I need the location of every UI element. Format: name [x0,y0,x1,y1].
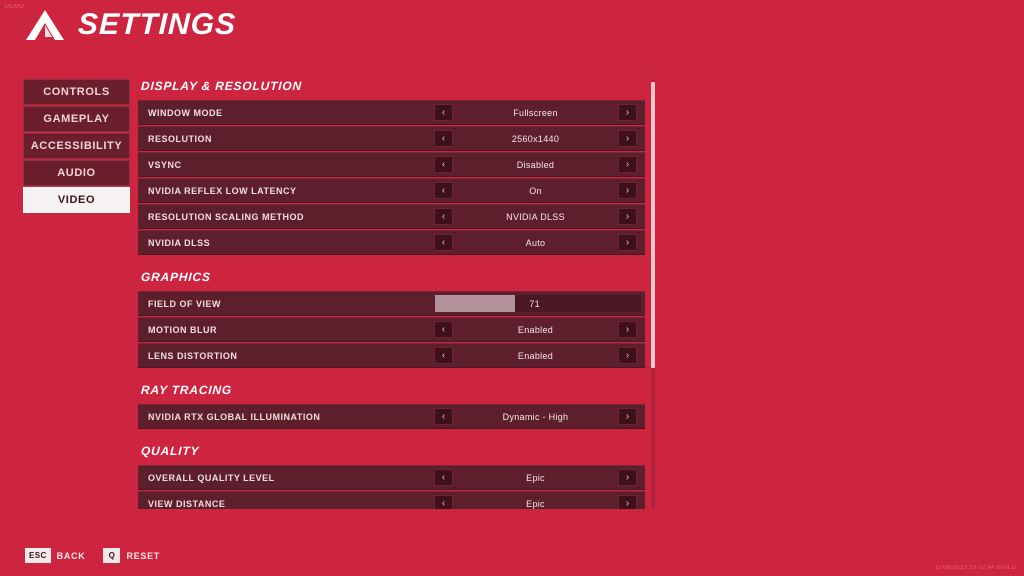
settings-row[interactable]: NVIDIA REFLEX LOW LATENCY ‹ On › [138,178,645,203]
chevron-left-icon[interactable]: ‹ [434,321,453,338]
sidebar-item-label: ACCESSIBILITY [30,140,123,152]
settings-row[interactable]: WINDOW MODE ‹ Fullscreen › [138,100,645,125]
settings-row[interactable]: LENS DISTORTION ‹ Enabled › [138,343,645,368]
settings-row[interactable]: OVERALL QUALITY LEVEL ‹ Epic › [138,465,645,490]
section-title: DISPLAY & RESOLUTION [140,79,303,93]
section-title: RAY TRACING [140,383,233,397]
settings-row[interactable]: NVIDIA DLSS ‹ Auto › [138,230,645,255]
chevron-right-icon[interactable]: › [618,234,637,251]
key-badge: Q [103,548,121,563]
sidebar-item-gameplay[interactable]: GAMEPLAY [23,106,130,132]
chevron-right-icon[interactable]: › [618,469,637,486]
setting-value: 2560x1440 [511,133,560,144]
chevron-right-icon[interactable]: › [618,321,637,338]
chevron-left-icon[interactable]: ‹ [434,182,453,199]
chevron-left-icon[interactable]: ‹ [434,104,453,121]
settings-row[interactable]: RESOLUTION SCALING METHOD ‹ NVIDIA DLSS › [138,204,645,229]
setting-value: Auto [525,237,546,248]
chevron-left-icon[interactable]: ‹ [434,156,453,173]
section-title: GRAPHICS [140,270,212,284]
section-title: QUALITY [140,444,200,458]
settings-row-group: OVERALL QUALITY LEVEL ‹ Epic › VIEW DISTANCE… [138,465,645,509]
hint-label: RESET [126,550,160,561]
page-header: SETTINGS [24,8,237,42]
sidebar-item-label: AUDIO [57,167,96,179]
sidebar-item-controls[interactable]: CONTROLS [23,79,130,105]
chevron-left-icon[interactable]: ‹ [434,130,453,147]
setting-value: On [529,185,542,196]
slider-value: 71 [529,298,540,309]
chevron-left-icon[interactable]: ‹ [434,495,453,509]
settings-row[interactable]: VSYNC ‹ Disabled › [138,152,645,177]
settings-row[interactable]: RESOLUTION ‹ 2560x1440 › [138,126,645,151]
key-badge: ESC [25,548,51,563]
setting-value: Dynamic - High [502,411,569,422]
chevron-right-icon[interactable]: › [618,130,637,147]
settings-row-group: FIELD OF VIEW 71 MOTION BLUR ‹ Enabled › LENS … [138,291,645,368]
setting-value: Fullscreen [513,107,558,118]
chevron-right-icon[interactable]: › [618,208,637,225]
setting-value: NVIDIA DLSS [506,211,565,222]
watermark-bottom-right: 11/06/2023 19:02:44 BUILD [934,565,1016,571]
settings-row[interactable]: VIEW DISTANCE ‹ Epic › [138,491,645,509]
footer-hint-back[interactable]: ESC BACK [25,548,85,563]
chevron-left-icon[interactable]: ‹ [434,347,453,364]
watermark-top-left: DEMO [5,4,25,10]
sidebar-item-video[interactable]: VIDEO [23,187,130,213]
settings-scrollbar-thumb[interactable] [651,82,655,368]
footer-hint-reset[interactable]: Q RESET [103,548,160,563]
sidebar-item-label: GAMEPLAY [43,113,110,125]
settings-section: QUALITY OVERALL QUALITY LEVEL ‹ Epic › VIEW D… [138,444,645,509]
mountain-chevron-logo-icon [26,10,64,40]
chevron-left-icon[interactable]: ‹ [434,469,453,486]
chevron-right-icon[interactable]: › [618,104,637,121]
chevron-right-icon[interactable]: › [618,156,637,173]
setting-value: Disabled [516,159,555,170]
settings-row-group: NVIDIA RTX GLOBAL ILLUMINATION ‹ Dynamic -… [138,404,645,429]
chevron-right-icon[interactable]: › [618,495,637,509]
sidebar-item-accessibility[interactable]: ACCESSIBILITY [23,133,130,159]
chevron-left-icon[interactable]: ‹ [434,408,453,425]
sidebar-item-audio[interactable]: AUDIO [23,160,130,186]
chevron-left-icon[interactable]: ‹ [434,208,453,225]
settings-row-group: WINDOW MODE ‹ Fullscreen › RESOLUTION ‹ 2560x1… [138,100,645,255]
chevron-right-icon[interactable]: › [618,408,637,425]
settings-scrollbar-track[interactable] [651,79,655,509]
sidebar-item-label: CONTROLS [43,86,110,98]
setting-value: Epic [526,498,545,509]
settings-row[interactable]: NVIDIA RTX GLOBAL ILLUMINATION ‹ Dynamic -… [138,404,645,429]
footer-hints: ESC BACK Q RESET [25,548,160,563]
slider-fill [435,295,516,312]
sidebar-item-label: VIDEO [57,194,96,206]
setting-value: Enabled [517,350,554,361]
setting-value: Enabled [517,324,554,335]
hint-label: BACK [56,550,86,561]
page-title: SETTINGS [77,8,237,41]
chevron-right-icon[interactable]: › [618,347,637,364]
settings-section: DISPLAY & RESOLUTION WINDOW MODE ‹ Fullscre… [138,79,645,255]
settings-scroll-viewport[interactable]: DISPLAY & RESOLUTION WINDOW MODE ‹ Fullscre… [138,79,645,509]
settings-row[interactable]: FIELD OF VIEW 71 [138,291,645,316]
settings-row[interactable]: MOTION BLUR ‹ Enabled › [138,317,645,342]
setting-value: Epic [526,472,545,483]
chevron-left-icon[interactable]: ‹ [434,234,453,251]
settings-section: RAY TRACING NVIDIA RTX GLOBAL ILLUMINATIO… [138,383,645,429]
settings-section: GRAPHICS FIELD OF VIEW 71 MOTION BLUR ‹ Enabl… [138,270,645,368]
chevron-right-icon[interactable]: › [618,182,637,199]
settings-category-nav: CONTROLS GAMEPLAY ACCESSIBILITY AUDIO VIDEO [23,79,130,213]
setting-slider[interactable]: 71 [435,295,641,312]
